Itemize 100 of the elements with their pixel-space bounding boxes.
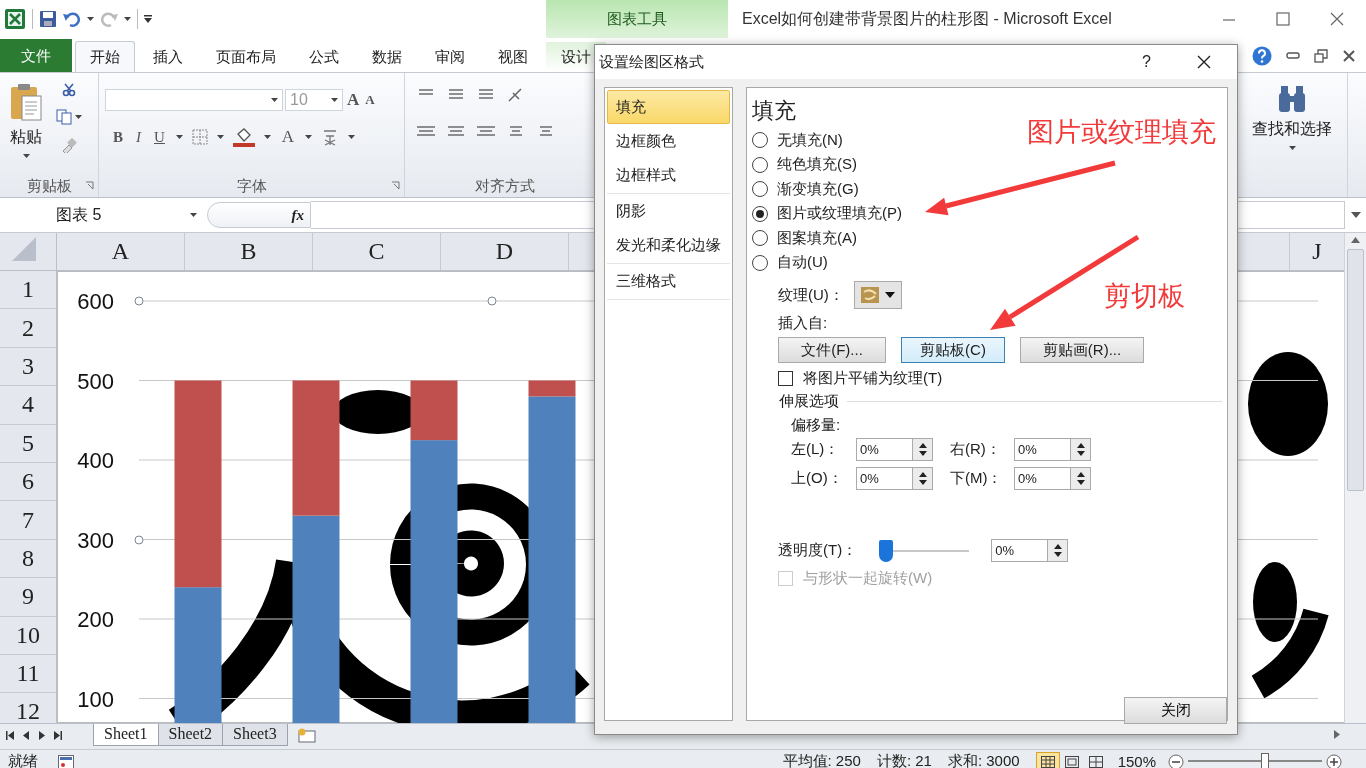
row-header[interactable]: 6	[0, 462, 57, 502]
navigation-arrow-icon[interactable]	[6, 731, 14, 740]
insert-button[interactable]: 文件(F)...	[778, 337, 886, 363]
underline-button[interactable]: U	[152, 128, 167, 146]
page-layout-icon[interactable]	[1064, 755, 1079, 768]
column-header[interactable]: D	[441, 233, 569, 270]
caret-icon[interactable]	[75, 115, 82, 119]
binoculars-icon[interactable]	[1277, 85, 1307, 113]
row-header[interactable]: 7	[0, 501, 57, 540]
navigation-arrow-icon[interactable]	[54, 731, 62, 740]
expand-formula-icon[interactable]	[1350, 212, 1361, 218]
help-button[interactable]: ?	[1142, 53, 1151, 71]
bold-button[interactable]: B	[111, 128, 125, 146]
caret-icon[interactable]	[190, 213, 197, 217]
column-header[interactable]: C	[313, 233, 441, 270]
restore-icon[interactable]	[1314, 49, 1328, 63]
insert-button[interactable]: 剪贴画(R)...	[1020, 337, 1144, 363]
close-icon[interactable]	[1342, 49, 1356, 63]
ribbon-tab[interactable]: 插入	[138, 41, 198, 72]
help-icon[interactable]	[1252, 46, 1272, 66]
clipboard-icon[interactable]	[9, 83, 43, 121]
caret-icon[interactable]	[124, 17, 131, 21]
texture-picker[interactable]	[853, 281, 902, 309]
zoom-out-icon[interactable]	[1168, 753, 1184, 768]
sheet-tab[interactable]: Sheet1	[93, 724, 159, 746]
radio-button[interactable]	[752, 254, 768, 271]
macro-record-icon[interactable]	[58, 754, 74, 768]
scroll-thumb[interactable]	[1347, 249, 1364, 491]
excel-logo-icon[interactable]	[4, 8, 26, 30]
percent-field[interactable]: 0%	[1014, 438, 1070, 461]
undo-icon[interactable]	[63, 11, 81, 27]
row-header[interactable]: 8	[0, 539, 57, 579]
brush-icon[interactable]	[61, 137, 77, 153]
zoom-level[interactable]: 150%	[1117, 753, 1156, 768]
row-header[interactable]: 4	[0, 386, 57, 425]
caret-icon[interactable]	[305, 135, 313, 139]
ribbon-tab[interactable]: 视图	[483, 41, 543, 72]
increase-indent-icon[interactable]	[537, 125, 555, 139]
ribbon-tab[interactable]: 公式	[294, 41, 354, 72]
find-select-button[interactable]: 查找和选择	[1252, 119, 1332, 140]
save-icon[interactable]	[39, 10, 57, 28]
row-header[interactable]: 3	[0, 347, 57, 387]
slider-thumb[interactable]	[879, 539, 894, 562]
close-button[interactable]: 关闭	[1124, 697, 1227, 724]
radio-button[interactable]	[752, 230, 768, 247]
column-header[interactable]: A	[57, 233, 185, 270]
dialog-launcher-icon[interactable]	[391, 181, 400, 190]
category-item[interactable]: 填充	[607, 90, 730, 124]
align-bottom-icon[interactable]	[477, 88, 495, 102]
maximize-icon[interactable]	[1276, 12, 1290, 26]
name-box[interactable]: 图表 5	[0, 202, 190, 228]
align-center-icon[interactable]	[447, 125, 465, 139]
shrink-font-button[interactable]: A	[363, 92, 377, 108]
align-middle-icon[interactable]	[447, 88, 465, 102]
ribbon-tab[interactable]: 页面布局	[201, 41, 291, 72]
row-header[interactable]: 1	[0, 271, 57, 310]
row-header[interactable]: 10	[0, 616, 57, 655]
text-angle-icon[interactable]	[507, 87, 525, 103]
category-item[interactable]: 阴影	[607, 194, 730, 228]
copy-icon[interactable]	[56, 109, 72, 125]
percent-field[interactable]: 0%	[856, 438, 912, 461]
zoom-thumb[interactable]	[1261, 753, 1270, 768]
row-header[interactable]: 11	[0, 654, 57, 694]
ribbon-tab[interactable]: 开始	[75, 41, 135, 72]
sheet-tab[interactable]: Sheet2	[157, 724, 224, 746]
caret-icon[interactable]	[175, 135, 183, 139]
customize-icon[interactable]	[144, 15, 152, 23]
radio-button[interactable]	[752, 181, 768, 198]
category-item[interactable]: 三维格式	[607, 264, 730, 298]
decrease-indent-icon[interactable]	[507, 125, 525, 139]
scroll-right-icon[interactable]	[1334, 730, 1340, 739]
selection-handle[interactable]	[134, 535, 144, 545]
column-header[interactable]: B	[185, 233, 313, 270]
font-name-field[interactable]	[105, 89, 283, 111]
spin-button[interactable]	[1070, 467, 1091, 490]
paste-button[interactable]: 粘贴	[10, 127, 42, 148]
category-item[interactable]: 发光和柔化边缘	[607, 228, 730, 262]
ribbon-tab[interactable]: 审阅	[420, 41, 480, 72]
grow-font-button[interactable]: A	[345, 90, 362, 110]
spin-button[interactable]	[912, 438, 933, 461]
scissors-icon[interactable]	[62, 83, 76, 97]
percent-field[interactable]: 0%	[1014, 467, 1070, 490]
spin-button[interactable]	[1047, 539, 1069, 562]
ribbon-tab[interactable]: 文件	[0, 39, 72, 72]
insert-function-button[interactable]: fx	[291, 206, 304, 224]
normal-view-icon[interactable]	[1040, 755, 1055, 768]
row-header[interactable]: 12	[0, 693, 57, 723]
spin-button[interactable]	[912, 467, 933, 490]
caret-icon[interactable]	[348, 135, 356, 139]
insert-button[interactable]: 剪贴板(C)	[901, 337, 1005, 363]
caret-icon[interactable]	[87, 17, 94, 21]
selection-handle[interactable]	[134, 296, 144, 306]
row-header[interactable]: 2	[0, 309, 57, 348]
italic-button[interactable]: I	[134, 128, 143, 146]
radio-button[interactable]	[752, 132, 768, 149]
zoom-in-icon[interactable]	[1326, 753, 1342, 768]
caret-icon[interactable]	[22, 154, 30, 158]
row-header[interactable]: 9	[0, 578, 57, 617]
percent-field[interactable]: 0%	[991, 539, 1048, 562]
ribbon-tab[interactable]: 数据	[357, 41, 417, 72]
